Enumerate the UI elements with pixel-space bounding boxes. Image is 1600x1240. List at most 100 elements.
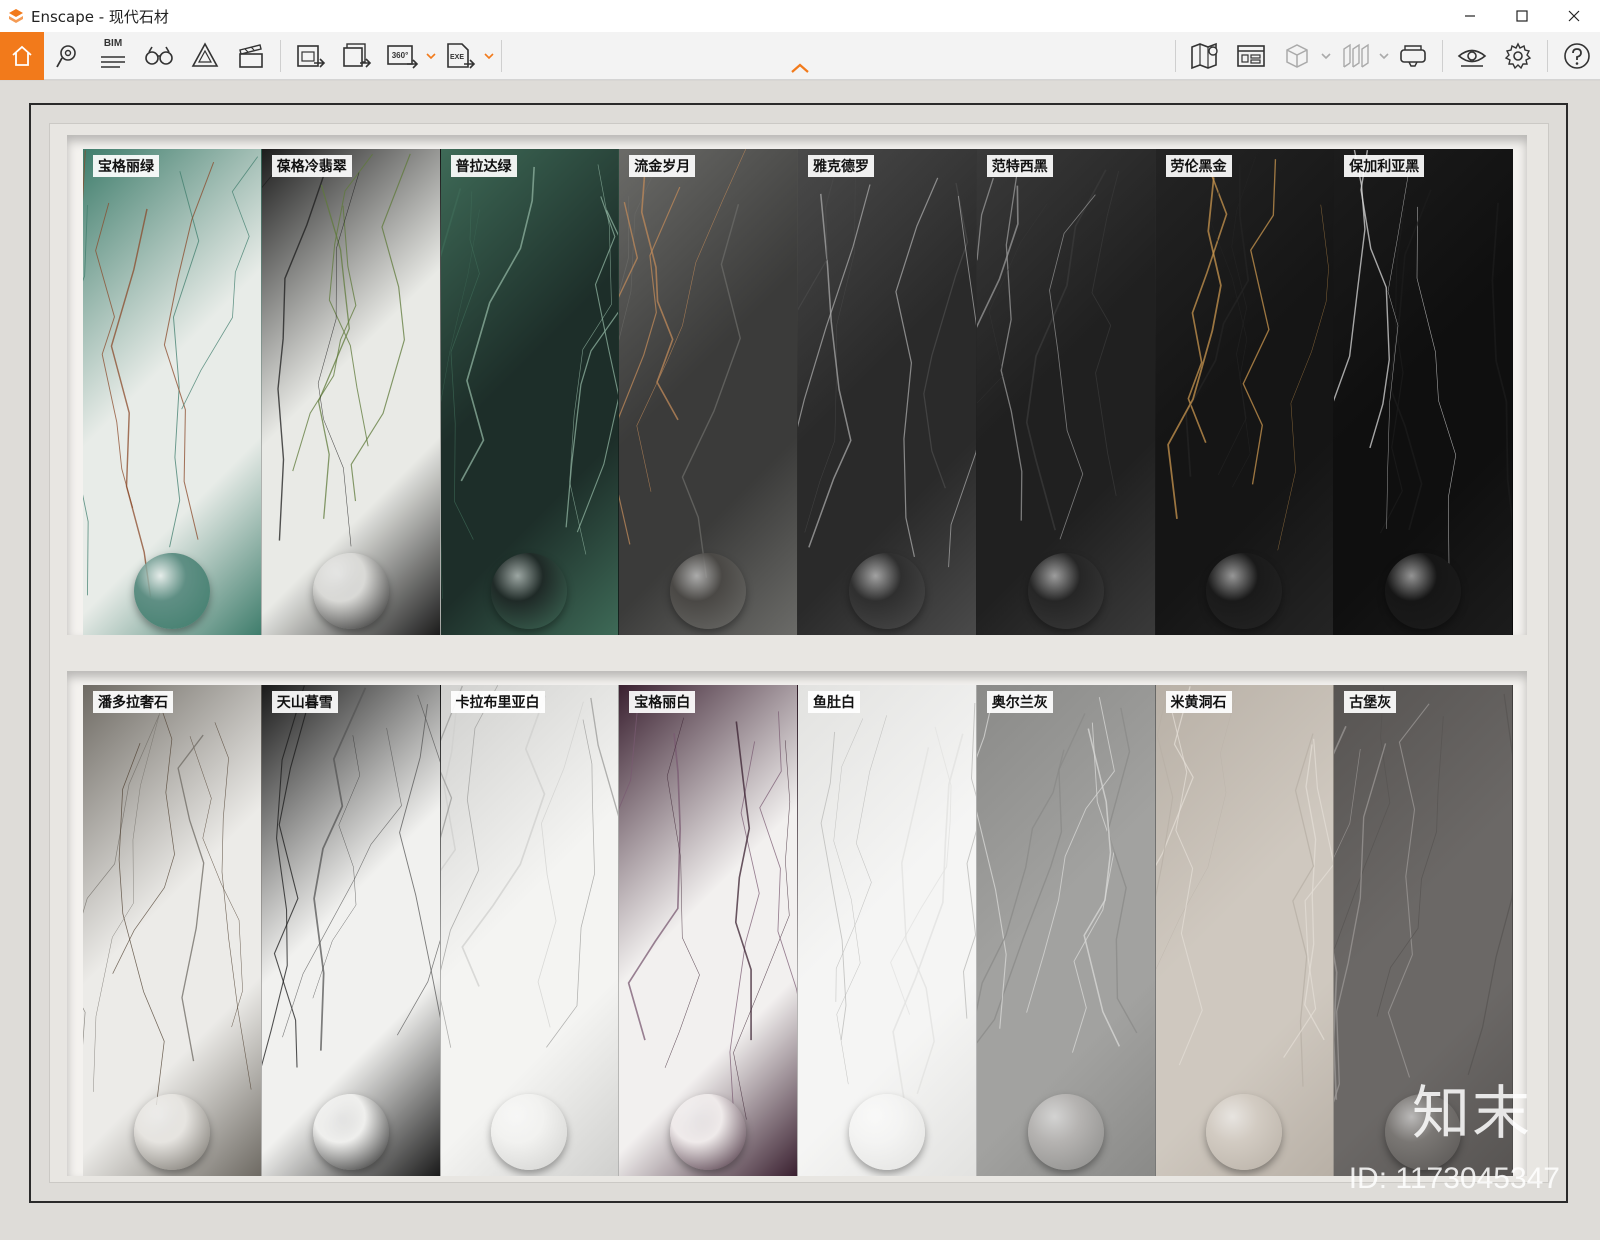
material-sphere xyxy=(1027,1094,1104,1170)
help-button[interactable] xyxy=(1554,32,1600,80)
minimize-button[interactable] xyxy=(1444,0,1496,32)
batch-render-button[interactable] xyxy=(333,32,379,80)
material-sphere xyxy=(312,553,389,629)
stone-sample-panel: 宝格丽白 xyxy=(619,685,798,1176)
enscape-logo-icon xyxy=(9,9,23,23)
stone-sample-panel: 雅克德罗 xyxy=(798,149,977,635)
display-frame: 宝格丽绿 葆格冷翡翠 普拉达绿 流金岁月 雅克德罗 范特西黑 劳伦黑金 保加利亚黑 潘多拉奢石… xyxy=(29,103,1568,1203)
video-editor-button[interactable] xyxy=(228,32,274,80)
visual-settings-button[interactable] xyxy=(1449,32,1495,80)
batch-render-icon xyxy=(343,42,372,68)
toolbar-separator xyxy=(1175,39,1176,72)
asset-library-button[interactable] xyxy=(182,32,228,80)
render-image-icon xyxy=(297,44,326,68)
section-icon xyxy=(1343,43,1369,68)
stone-name-label: 雅克德罗 xyxy=(808,155,874,177)
stone-sample-panel: 普拉达绿 xyxy=(440,149,620,635)
stone-sample-panel: 天山暮雪 xyxy=(261,685,441,1176)
view-box-button[interactable] xyxy=(1274,32,1320,80)
stone-name-label: 劳伦黑金 xyxy=(1165,155,1232,177)
material-sphere xyxy=(133,553,210,629)
stone-name-label: 天山暮雪 xyxy=(271,691,338,713)
export-exe-button[interactable]: EXE xyxy=(437,32,483,80)
export-dropdown[interactable] xyxy=(483,32,495,80)
stone-sample-panel: 流金岁月 xyxy=(619,149,798,635)
toolbar-separator xyxy=(1442,39,1443,72)
stone-name-label: 奥尔兰灰 xyxy=(986,691,1053,713)
watermark-logo: 知末 xyxy=(1411,1079,1532,1147)
view-box-dropdown[interactable] xyxy=(1320,32,1332,80)
stone-sample-panel: 米黄洞石 xyxy=(1155,685,1335,1176)
chevron-down-icon xyxy=(426,52,436,59)
section-dropdown[interactable] xyxy=(1378,32,1390,80)
chevron-down-icon xyxy=(1379,52,1389,59)
section-button[interactable] xyxy=(1332,32,1378,80)
vr-headset-button[interactable] xyxy=(1390,32,1436,80)
render-viewport[interactable]: 宝格丽绿 葆格冷翡翠 普拉达绿 流金岁月 雅克德罗 范特西黑 劳伦黑金 保加利亚黑 潘多拉奢石… xyxy=(0,81,1600,1240)
stone-sample-panel: 奥尔兰灰 xyxy=(976,685,1156,1176)
home-button[interactable] xyxy=(0,31,44,80)
stone-sample-panel: 范特西黑 xyxy=(976,149,1156,635)
material-sphere xyxy=(848,1094,925,1170)
home-icon xyxy=(12,45,32,66)
stone-sample-panel: 葆格冷翡翠 xyxy=(261,149,441,635)
stone-sample-panel: 鱼肚白 xyxy=(798,685,977,1176)
exe-badge: EXE xyxy=(450,54,464,61)
stone-name-label: 鱼肚白 xyxy=(808,691,860,713)
vr-headset-icon xyxy=(1400,44,1426,67)
material-sphere xyxy=(670,1094,747,1170)
export-exe-icon: EXE xyxy=(447,42,476,69)
watermark-id: ID: 1173045347 xyxy=(1348,1162,1560,1195)
material-sphere xyxy=(1206,1094,1283,1170)
locate-icon xyxy=(56,44,76,67)
stone-name-label: 保加利亚黑 xyxy=(1344,155,1425,177)
stone-sample-panel: 劳伦黑金 xyxy=(1155,149,1335,635)
map-icon xyxy=(1191,42,1218,69)
stone-name-label: 卡拉布里亚白 xyxy=(450,691,545,713)
settings-button[interactable] xyxy=(1495,32,1541,80)
asset-library-icon xyxy=(191,41,219,67)
material-sphere xyxy=(1385,553,1462,629)
stone-name-label: 潘多拉奢石 xyxy=(93,691,173,713)
stone-name-label: 普拉达绿 xyxy=(450,155,517,177)
binoculars-button[interactable] xyxy=(136,32,182,80)
chevron-down-icon xyxy=(484,52,494,59)
material-sphere xyxy=(312,1094,389,1170)
collapse-toolbar-chevron-up-icon[interactable] xyxy=(790,62,810,74)
material-sphere xyxy=(670,553,747,629)
shelf-top: 宝格丽绿 葆格冷翡翠 普拉达绿 流金岁月 雅克德罗 范特西黑 劳伦黑金 保加利亚黑 xyxy=(67,135,1527,635)
toolbar-separator xyxy=(501,39,502,72)
render-image-button[interactable] xyxy=(287,32,333,80)
mini-map-button[interactable] xyxy=(1228,32,1274,80)
material-sphere xyxy=(1027,553,1104,629)
stone-name-label: 宝格丽绿 xyxy=(93,155,159,177)
close-button[interactable] xyxy=(1548,0,1600,32)
stone-name-label: 葆格冷翡翠 xyxy=(271,155,352,177)
material-sphere xyxy=(848,553,925,629)
visual-settings-icon xyxy=(1457,49,1487,67)
toolbar-separator xyxy=(280,39,281,72)
bim-label: BIM xyxy=(103,37,123,49)
bim-button[interactable]: BIM xyxy=(90,32,136,80)
settings-gear-icon xyxy=(1504,41,1532,69)
material-sphere xyxy=(133,1094,210,1170)
video-editor-icon xyxy=(239,43,263,68)
stone-sample-panel: 宝格丽绿 xyxy=(83,149,262,635)
binoculars-icon xyxy=(145,46,173,65)
map-button[interactable] xyxy=(1182,32,1228,80)
title-bar: Enscape - 现代石材 xyxy=(0,0,1600,32)
panorama-badge: 360° xyxy=(392,51,409,60)
toolbar-separator xyxy=(1547,39,1548,72)
mini-map-icon xyxy=(1237,44,1265,67)
window-controls xyxy=(1444,0,1600,32)
locate-button[interactable] xyxy=(44,32,90,80)
panorama-button[interactable]: 360° xyxy=(379,32,425,80)
minimize-icon xyxy=(1465,15,1475,17)
maximize-button[interactable] xyxy=(1496,0,1548,32)
window-title: Enscape - 现代石材 xyxy=(31,7,169,26)
stone-name-label: 流金岁月 xyxy=(629,155,696,177)
panorama-dropdown[interactable] xyxy=(425,32,437,80)
close-icon xyxy=(1568,10,1580,22)
stone-name-label: 范特西黑 xyxy=(986,155,1053,177)
maximize-icon xyxy=(1516,10,1528,22)
